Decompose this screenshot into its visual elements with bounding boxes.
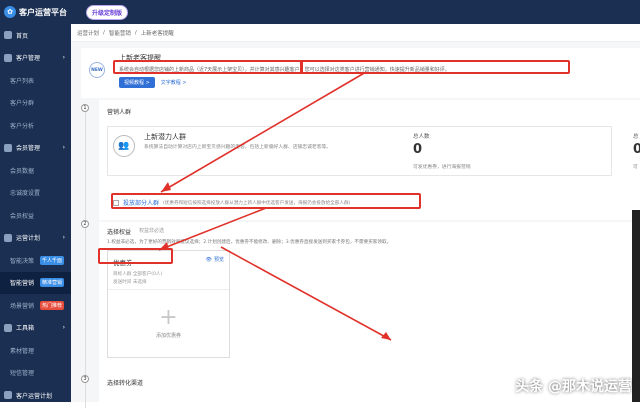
sidebar: ✿ 客户运营平台 首页客户管理 › 客户列表客户分群客户分析会员管理 › 会员数据忠诚度… xyxy=(0,0,71,402)
new-badge: NEW xyxy=(89,62,105,78)
breadcrumb-item[interactable]: 智能营销 xyxy=(109,29,131,37)
sidebar-item[interactable]: 智能营销 精准营销 xyxy=(0,271,71,294)
sidebar-item-label: 客户分析 xyxy=(10,122,35,130)
channel-section-title: 选择转化渠道 xyxy=(107,380,144,387)
main-content: NEW 上新老客提醒 系统会自动根据您店铺的上新商品（近7天展示上架宝贝），并计… xyxy=(71,42,640,412)
video-tutorial-button[interactable]: 视频教程 > xyxy=(119,77,155,88)
breadcrumb-item[interactable]: 运营计划 xyxy=(77,29,99,37)
sidebar-item[interactable]: 短信管理 xyxy=(0,362,71,385)
crowd-section-title: 营销人群 xyxy=(107,109,132,116)
step-number: 2 xyxy=(81,220,89,228)
breadcrumb-current: 上新老客提醒 xyxy=(140,30,174,37)
total-count-2-desc: 可 xyxy=(633,165,638,170)
total-count-2-label: 总 xyxy=(633,134,639,140)
crowd-group-card[interactable]: 👥 上新潜力人群 系统算法自动计算对店内上新宝贝感兴趣的老客，包括上新偏好人群、… xyxy=(107,126,640,176)
highlight-box xyxy=(98,248,173,264)
upgrade-button[interactable]: 升级定制版 xyxy=(86,4,129,20)
coupon-target-line: 目标人群 全部客户(0人) xyxy=(113,272,163,277)
sidebar-item-label: 工具箱 xyxy=(16,325,35,333)
sidebar-item-label: 会员数据 xyxy=(10,167,35,175)
sidebar-item-label: 首页 xyxy=(16,32,29,40)
step-rail xyxy=(85,108,86,408)
text-tutorial-link[interactable]: 文字教程 > xyxy=(161,79,187,86)
window-edge xyxy=(632,210,640,402)
tab-optional-rights[interactable]: 权益非必选 xyxy=(139,227,164,236)
sidebar-item[interactable]: 客户分析 xyxy=(0,114,71,137)
rights-note: 1.权益非必选，为了更好的营销效果建议选择；2.计划创建后，优惠券不能修改、删除… xyxy=(107,240,392,245)
menu-icon xyxy=(4,31,12,40)
step-number: 3 xyxy=(81,375,89,383)
sidebar-item-label: 客户运营计划 xyxy=(16,392,53,400)
sidebar-item-badge: 精准营销 xyxy=(40,278,65,288)
coupon-preview-link: 预览 xyxy=(213,257,224,263)
sidebar-item-label: 智能决策 xyxy=(10,257,35,265)
total-count-value: 0 xyxy=(413,142,423,157)
sidebar-item[interactable]: 工具箱 › xyxy=(0,317,71,340)
sidebar-item-label: 运营计划 xyxy=(16,235,41,243)
top-bar: 升级定制版 xyxy=(71,0,640,24)
highlight-box xyxy=(300,60,570,74)
sidebar-item-label: 客户管理 xyxy=(16,55,41,63)
rights-section: 选择权益 权益非必选 1.权益非必选，为了更好的营销效果建议选择；2.计划创建后… xyxy=(99,222,640,372)
menu-icon xyxy=(4,143,12,152)
sidebar-item[interactable]: 会员数据 xyxy=(0,159,71,182)
sidebar-item[interactable]: 首页 xyxy=(0,24,71,47)
sidebar-item-label: 客户分群 xyxy=(10,100,35,108)
sidebar-nav: 首页客户管理 › 客户列表客户分群客户分析会员管理 › 会员数据忠诚度设置会员权益运营计… xyxy=(0,24,71,407)
crowd-group-desc: 系统算法自动计算对店内上新宝贝感兴趣的老客，包括上新偏好人群、店铺忠诚老客等。 xyxy=(144,145,332,150)
sidebar-item[interactable]: 客户列表 xyxy=(0,69,71,92)
sidebar-item-label: 短信管理 xyxy=(10,370,35,378)
crowd-group-name: 上新潜力人群 xyxy=(144,133,186,141)
chevron-right-icon: › xyxy=(62,324,65,332)
sidebar-item[interactable]: 场景营销 热门推荐 xyxy=(0,294,71,317)
sidebar-item-badge: 热门推荐 xyxy=(40,300,65,310)
logo-icon: ✿ xyxy=(4,6,16,18)
sidebar-item-label: 客户列表 xyxy=(10,77,35,85)
menu-icon xyxy=(4,323,12,332)
coupon-time-line: 发送时间 未选择 xyxy=(113,280,147,285)
breadcrumb-sep: / xyxy=(103,29,105,36)
total-count-label: 总人数 xyxy=(413,134,430,140)
chevron-right-icon: › xyxy=(62,234,65,242)
app-title: 客户运营平台 xyxy=(19,7,67,17)
breadcrumb: 运营计划 / 智能营销 / 上新老客提醒 xyxy=(71,24,640,42)
sidebar-item[interactable]: 智能决策 千人千面 xyxy=(0,249,71,272)
menu-icon xyxy=(4,53,12,62)
add-coupon-label: 添加优惠券 xyxy=(155,333,181,339)
watermark: 头条 @那木说运营 xyxy=(515,379,632,395)
sidebar-item[interactable]: 素材管理 xyxy=(0,339,71,362)
eye-icon: 👁 xyxy=(205,256,212,263)
sidebar-item-label: 智能营销 xyxy=(10,280,35,288)
sidebar-item[interactable]: 客户管理 › xyxy=(0,47,71,70)
total-count-2-value: 0 xyxy=(633,142,640,157)
sidebar-item-badge: 千人千面 xyxy=(40,255,65,265)
menu-icon xyxy=(4,391,12,400)
people-icon: 👥 xyxy=(113,135,135,157)
step-number: 1 xyxy=(81,104,89,112)
add-coupon-button[interactable]: + 添加优惠券 xyxy=(108,289,229,357)
app-logo[interactable]: ✿ 客户运营平台 xyxy=(0,0,71,24)
sidebar-item-label: 忠诚度设置 xyxy=(10,190,41,198)
chevron-right-icon: › xyxy=(62,144,65,152)
breadcrumb-sep: / xyxy=(134,29,137,36)
sidebar-item-label: 场景营销 xyxy=(10,302,35,310)
sidebar-item[interactable]: 会员权益 xyxy=(0,204,71,227)
sidebar-item[interactable]: 客户运营计划 xyxy=(0,384,71,407)
plus-icon: + xyxy=(159,305,178,330)
sidebar-item[interactable]: 运营计划 › xyxy=(0,227,71,250)
sidebar-item-label: 会员权益 xyxy=(10,212,35,220)
coupon-card: 优惠券 👁 预览 目标人群 全部客户(0人) 发送时间 未选择 + 添加优惠券 xyxy=(107,250,230,358)
sidebar-item[interactable]: 会员管理 › xyxy=(0,137,71,160)
total-count-desc: 可发优惠券，进行海报营销 xyxy=(413,165,471,170)
tab-select-rights[interactable]: 选择权益 xyxy=(107,227,131,236)
menu-icon xyxy=(4,233,12,242)
chevron-right-icon: › xyxy=(62,54,65,62)
sidebar-item-label: 素材管理 xyxy=(10,347,35,355)
highlight-box xyxy=(113,60,303,74)
sidebar-item[interactable]: 忠诚度设置 xyxy=(0,182,71,205)
sidebar-item-label: 会员管理 xyxy=(16,145,41,153)
highlight-box xyxy=(111,193,421,209)
sidebar-item[interactable]: 客户分群 xyxy=(0,92,71,115)
coupon-preview[interactable]: 👁 预览 xyxy=(205,256,224,264)
